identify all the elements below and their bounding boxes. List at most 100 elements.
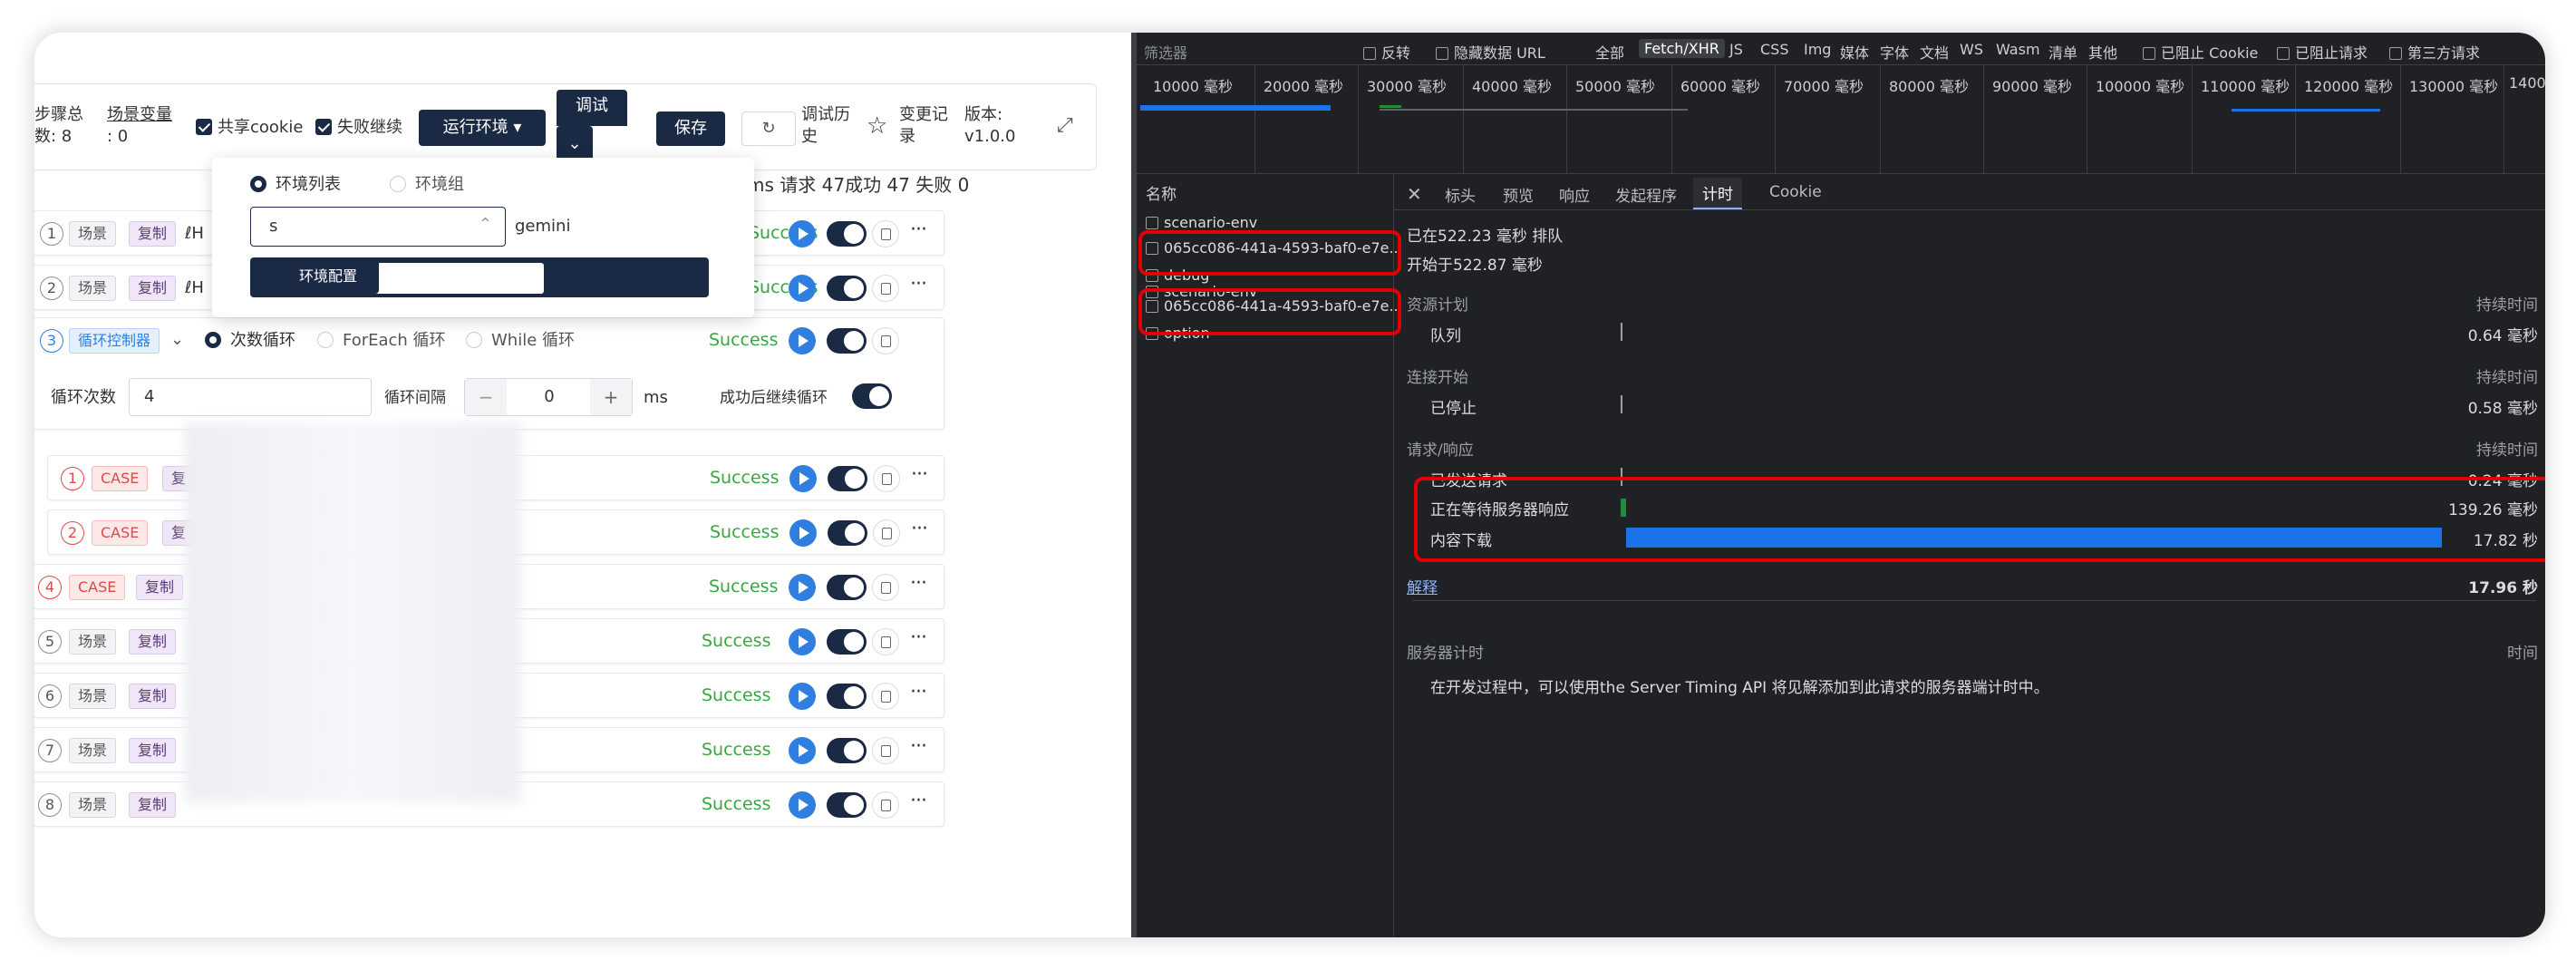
run-step-button[interactable] bbox=[789, 574, 816, 601]
run-step-button[interactable] bbox=[789, 220, 816, 247]
env-list-radio[interactable]: 环境列表 bbox=[250, 174, 341, 196]
copy-step-button[interactable] bbox=[872, 327, 899, 354]
more-icon[interactable]: ··· bbox=[910, 790, 927, 812]
copy-tag[interactable]: 复制 bbox=[129, 684, 177, 709]
copy-step-button[interactable] bbox=[872, 220, 899, 247]
filter-css[interactable]: CSS bbox=[1760, 41, 1788, 58]
filter-other[interactable]: 其他 bbox=[2088, 41, 2117, 63]
tab-timing[interactable]: 计时 bbox=[1693, 178, 1742, 209]
copy-tag[interactable]: 复制 bbox=[129, 629, 177, 655]
run-step-button[interactable] bbox=[789, 628, 816, 655]
copy-step-button[interactable] bbox=[872, 628, 899, 655]
debug-button[interactable]: 调试 bbox=[557, 90, 627, 126]
env-group-radio[interactable]: 环境组 bbox=[390, 174, 464, 196]
filter-doc[interactable]: 文档 bbox=[1920, 41, 1949, 63]
filter-wasm[interactable]: Wasm bbox=[1996, 41, 2040, 58]
enable-toggle[interactable] bbox=[828, 466, 867, 491]
decrement-button[interactable]: − bbox=[465, 379, 507, 415]
filter-font[interactable]: 字体 bbox=[1880, 41, 1909, 63]
run-step-button[interactable] bbox=[789, 327, 816, 354]
filter-fetch-xhr[interactable]: Fetch/XHR bbox=[1639, 39, 1725, 58]
copy-step-button[interactable] bbox=[873, 519, 900, 547]
more-icon[interactable]: ··· bbox=[910, 681, 927, 703]
copy-step-button[interactable] bbox=[872, 574, 899, 601]
run-step-button[interactable] bbox=[789, 683, 816, 710]
star-icon[interactable]: ☆ bbox=[867, 114, 887, 138]
enable-toggle[interactable] bbox=[827, 575, 867, 600]
more-icon[interactable]: ··· bbox=[910, 218, 927, 241]
debug-history-link[interactable]: 调试历史 bbox=[801, 104, 859, 148]
enable-toggle[interactable] bbox=[827, 792, 867, 818]
save-button[interactable]: 保存 bbox=[656, 112, 725, 146]
share-cookie-checkbox[interactable]: 共享cookie bbox=[196, 117, 303, 139]
enable-toggle[interactable] bbox=[827, 738, 867, 763]
copy-tag[interactable]: 复制 bbox=[136, 575, 184, 600]
copy-step-button[interactable] bbox=[872, 683, 899, 710]
more-icon[interactable]: ··· bbox=[911, 463, 928, 486]
more-icon[interactable]: ··· bbox=[910, 735, 927, 758]
filter-ws[interactable]: WS bbox=[1960, 41, 1983, 58]
explanation-link[interactable]: 解释 bbox=[1407, 575, 1438, 597]
more-icon[interactable]: ··· bbox=[910, 626, 927, 649]
tab-headers[interactable]: 标头 bbox=[1445, 183, 1476, 206]
tab-initiator[interactable]: 发起程序 bbox=[1615, 183, 1677, 206]
filter-media[interactable]: 媒体 bbox=[1840, 41, 1869, 63]
fail-continue-checkbox[interactable]: 失败继续 bbox=[315, 117, 402, 139]
more-icon[interactable]: ··· bbox=[911, 518, 928, 540]
copy-step-button[interactable] bbox=[872, 791, 899, 819]
enable-toggle[interactable] bbox=[827, 328, 867, 354]
run-step-button[interactable] bbox=[789, 275, 816, 302]
filter-input[interactable]: 筛选器 bbox=[1144, 41, 1187, 63]
filter-js[interactable]: JS bbox=[1729, 41, 1743, 58]
loop-interval-stepper[interactable]: − 0 + bbox=[464, 378, 633, 416]
filter-img[interactable]: Img bbox=[1804, 41, 1831, 58]
copy-tag[interactable]: 复制 bbox=[129, 792, 177, 818]
copy-step-button[interactable] bbox=[872, 275, 899, 302]
copy-step-button[interactable] bbox=[873, 465, 900, 492]
interval-value[interactable]: 0 bbox=[507, 379, 592, 415]
expand-icon[interactable]: ⤢ bbox=[1057, 115, 1073, 137]
tab-response[interactable]: 响应 bbox=[1559, 183, 1590, 206]
increment-button[interactable]: + bbox=[590, 379, 632, 415]
copy-tag[interactable]: 复制 bbox=[129, 276, 177, 301]
more-icon[interactable]: ··· bbox=[910, 273, 927, 296]
refresh-button[interactable]: ↻ bbox=[741, 112, 796, 146]
filter-blocked-cookies-checkbox[interactable]: 已阻止 Cookie bbox=[2143, 41, 2258, 63]
loop-count-input[interactable]: 4 bbox=[129, 378, 372, 416]
enable-toggle[interactable] bbox=[827, 629, 867, 655]
copy-tag[interactable]: 复制 bbox=[129, 221, 177, 247]
filter-blocked-requests-checkbox[interactable]: 已阻止请求 bbox=[2277, 41, 2368, 63]
enable-toggle[interactable] bbox=[827, 276, 867, 301]
loop-type-while-radio[interactable]: While 循环 bbox=[466, 330, 575, 352]
filter-all[interactable]: 全部 bbox=[1595, 41, 1624, 63]
run-step-button[interactable] bbox=[789, 737, 816, 764]
network-timeline-overview[interactable]: 10000 毫秒 20000 毫秒 30000 毫秒 40000 毫秒 5000… bbox=[1137, 65, 2545, 174]
run-env-button[interactable]: 运行环境 ▾ bbox=[419, 110, 546, 146]
scene-vars-link[interactable]: 场景变量 : 0 bbox=[107, 104, 172, 148]
filter-invert-checkbox[interactable]: 反转 bbox=[1363, 41, 1410, 63]
run-step-button[interactable] bbox=[789, 519, 817, 547]
more-icon[interactable]: ··· bbox=[910, 572, 927, 595]
continue-after-success-toggle[interactable] bbox=[852, 383, 892, 409]
loop-type-count-radio[interactable]: 次数循环 bbox=[205, 330, 295, 352]
enable-toggle[interactable] bbox=[827, 684, 867, 709]
enable-toggle[interactable] bbox=[827, 221, 867, 247]
loop-type-foreach-radio[interactable]: ForEach 循环 bbox=[317, 330, 446, 352]
loop-controller-row[interactable]: 3 循环控制器 ⌄ 次数循环 ForEach 循环 While 循环 Succe… bbox=[34, 317, 944, 430]
run-step-button[interactable] bbox=[789, 791, 816, 819]
debug-dropdown-toggle[interactable]: ⌄ bbox=[557, 126, 593, 162]
filter-third-party-checkbox[interactable]: 第三方请求 bbox=[2389, 41, 2480, 63]
run-step-button[interactable] bbox=[789, 465, 817, 492]
filter-hide-data-url-checkbox[interactable]: 隐藏数据 URL bbox=[1436, 41, 1545, 63]
tab-preview[interactable]: 预览 bbox=[1503, 183, 1534, 206]
close-icon[interactable]: ✕ bbox=[1407, 183, 1422, 205]
env-config-tooltip[interactable]: 环境配置 bbox=[277, 259, 379, 294]
env-select[interactable]: s ⌃ bbox=[250, 207, 506, 247]
copy-step-button[interactable] bbox=[872, 737, 899, 764]
enable-toggle[interactable] bbox=[828, 520, 867, 546]
copy-tag[interactable]: 复制 bbox=[129, 738, 177, 763]
filter-manifest[interactable]: 清单 bbox=[2048, 41, 2077, 63]
request-item[interactable]: scenario-env bbox=[1146, 214, 1257, 231]
chevron-down-icon[interactable]: ⌄ bbox=[170, 329, 184, 351]
change-log-link[interactable]: 变更记录 bbox=[899, 104, 954, 148]
